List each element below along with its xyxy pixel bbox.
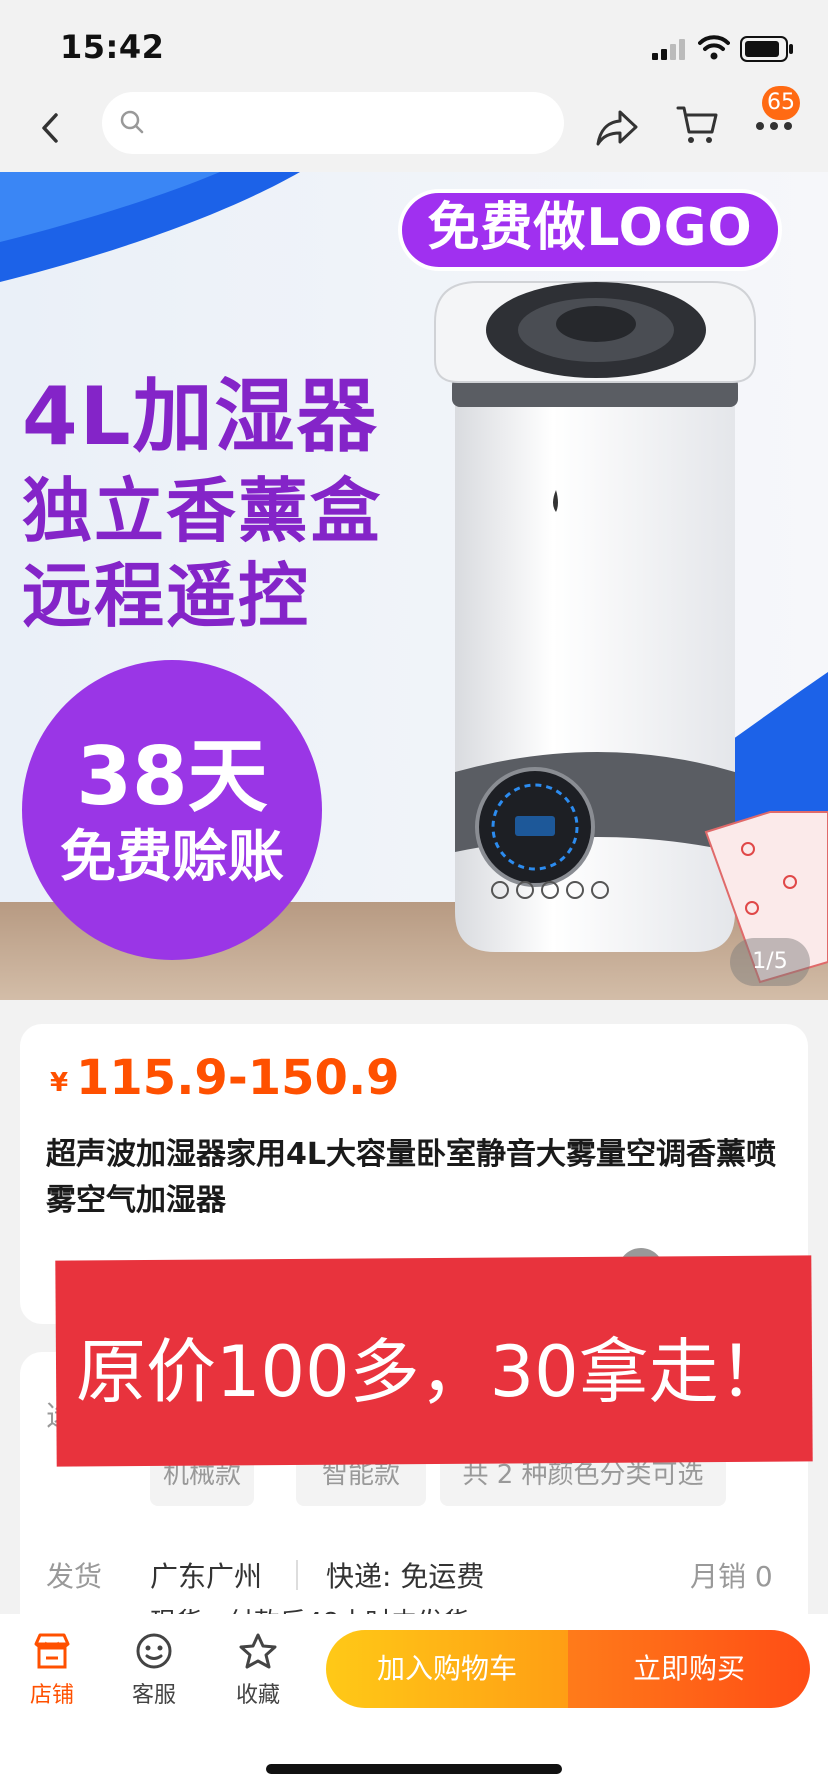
back-icon[interactable]	[38, 112, 62, 144]
overlay-banner-text: 原价100多，30拿走！	[76, 1331, 789, 1413]
product-image-carousel[interactable]: 免费做LOGO 4L加湿器 独立香薰盒 远程遥控 38天 免费赊账 1/5	[0, 172, 828, 1000]
price-range: 115.9-150.9	[76, 1050, 400, 1106]
shipping-origin: 广东广州	[150, 1560, 263, 1593]
signal-icon	[652, 39, 685, 60]
more-icon[interactable]	[754, 120, 794, 132]
logo-badge-text: 免费做LOGO	[427, 198, 753, 258]
status-time: 15:42	[60, 28, 165, 66]
currency-symbol: ¥	[50, 1068, 69, 1098]
image-counter: 1/5	[752, 949, 788, 974]
star-icon[interactable]	[238, 1632, 278, 1670]
share-icon[interactable]	[594, 108, 640, 148]
tab-shop[interactable]: 店铺	[12, 1677, 92, 1709]
shop-icon[interactable]	[32, 1632, 72, 1670]
credit-label: 免费赊账	[60, 825, 284, 890]
shipping-express: 快递: 免运费	[326, 1560, 485, 1593]
promo-line: 远程遥控	[22, 555, 310, 637]
tab-customer-service[interactable]: 客服	[114, 1677, 194, 1709]
home-indicator[interactable]	[266, 1764, 562, 1774]
monthly-sales: 月销 0	[690, 1560, 773, 1593]
cart-icon[interactable]	[676, 104, 718, 146]
product-title: 超声波加湿器家用4L大容量卧室静音大雾量空调香薰喷雾空气加湿器	[46, 1137, 776, 1218]
wifi-icon	[698, 35, 730, 60]
message-badge[interactable]: 65	[762, 86, 800, 120]
tab-favorite[interactable]: 收藏	[218, 1677, 298, 1709]
search-icon	[120, 110, 144, 134]
promo-line: 4L加湿器	[22, 370, 379, 463]
add-to-cart-button[interactable]: 加入购物车	[326, 1630, 568, 1708]
search-input[interactable]	[146, 104, 550, 144]
buy-now-button[interactable]: 立即购买	[568, 1630, 810, 1708]
shipping-label: 发货	[46, 1560, 103, 1593]
credit-days: 38天	[76, 730, 268, 823]
service-icon[interactable]	[134, 1632, 174, 1670]
divider	[296, 1560, 298, 1590]
battery-icon	[740, 36, 793, 62]
